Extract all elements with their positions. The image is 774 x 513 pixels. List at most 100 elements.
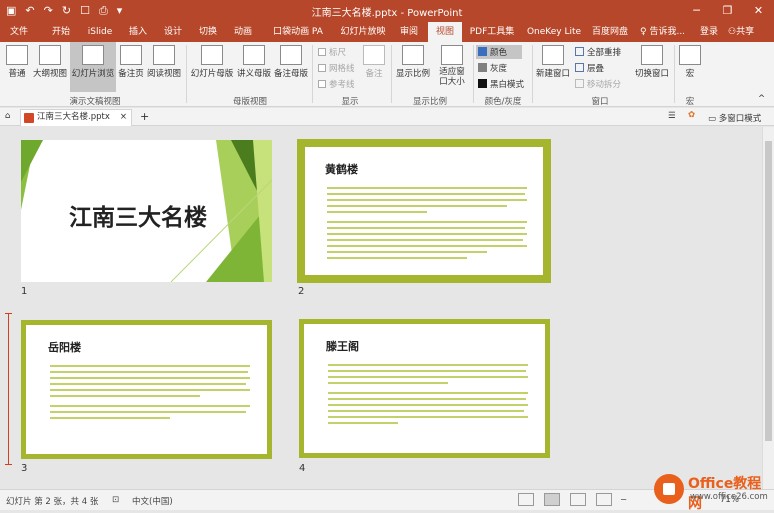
move-split-button[interactable]: 移动拆分	[575, 78, 621, 90]
tab-home[interactable]: 开始	[48, 22, 74, 42]
tell-me-search[interactable]: ♀ 告诉我...	[640, 22, 685, 42]
office26-watermark: Office教程网 www.office26.com	[648, 471, 770, 512]
reading-view-button[interactable]: 阅读视图	[146, 42, 182, 92]
window-title: 江南三大名楼.pptx - PowerPoint	[311, 8, 463, 19]
multi-window-button[interactable]: ▭ 多窗口模式	[708, 112, 761, 124]
watermark-url: www.office26.com	[690, 492, 768, 502]
slide-count-status: 幻灯片 第 2 张，共 4 张	[6, 497, 99, 507]
color-button[interactable]: 颜色	[476, 45, 522, 59]
pptx-file-icon	[24, 113, 34, 123]
group-label-master-views: 母版视图	[232, 97, 267, 107]
slideshow-status-button[interactable]	[596, 493, 612, 506]
notes-master-icon	[280, 45, 302, 65]
settings-icon[interactable]: ✿	[688, 110, 695, 120]
checkbox-icon	[318, 80, 326, 88]
outline-view-icon	[39, 45, 61, 65]
tab-view[interactable]: 视图	[428, 22, 462, 42]
tab-design[interactable]: 设计	[160, 22, 186, 42]
group-separator	[532, 45, 533, 103]
switch-windows-icon	[641, 45, 663, 65]
notes-icon	[363, 45, 385, 65]
scrollbar-thumb[interactable]	[765, 141, 772, 441]
zoom-button[interactable]: 显示比例	[394, 42, 432, 92]
tab-onekey[interactable]: OneKey Lite	[526, 22, 582, 42]
spellcheck-icon[interactable]: ⊡	[112, 495, 119, 505]
grayscale-button[interactable]: 灰度	[478, 62, 507, 74]
close-button[interactable]: ✕	[743, 0, 774, 22]
gridlines-checkbox[interactable]: 网格线	[318, 62, 355, 74]
slide-sorter-canvas: 江南三大名楼 1 黄鹤楼 2 岳阳楼 3 滕王阁 4	[0, 127, 762, 489]
title-bar: ▣ ↶ ↷ ↻ ☐ ⎙ ▾ 江南三大名楼.pptx - PowerPoint ─…	[0, 0, 774, 22]
slide-number: 2	[298, 286, 305, 297]
switch-windows-button[interactable]: 切换窗口	[632, 42, 672, 92]
slide-master-button[interactable]: 幻灯片母版	[189, 42, 235, 92]
handout-master-button[interactable]: 讲义母版	[236, 42, 272, 92]
collapse-ribbon-icon[interactable]: ^	[758, 94, 765, 104]
group-label-zoom: 显示比例	[412, 97, 447, 107]
macros-button[interactable]: 宏	[678, 42, 702, 92]
normal-view-button[interactable]: 普通	[4, 42, 30, 92]
tab-insert[interactable]: 插入	[125, 22, 151, 42]
notes-master-button[interactable]: 备注母版	[273, 42, 309, 92]
handout-master-icon	[243, 45, 265, 65]
home-doc-icon[interactable]: ⌂	[5, 111, 10, 121]
close-tab-icon[interactable]: ×	[120, 110, 127, 125]
tab-list-icon[interactable]: ☰	[668, 111, 676, 121]
checkbox-icon	[318, 64, 326, 72]
tab-baidu-netdisk[interactable]: 百度网盘	[590, 22, 630, 42]
signin-link[interactable]: 登录	[700, 22, 718, 42]
color-icon	[478, 47, 487, 56]
fit-window-button[interactable]: 适应窗口大小	[434, 42, 470, 92]
arrange-all-icon	[575, 47, 584, 56]
slide-title: 江南三大名楼	[69, 204, 207, 231]
black-white-button[interactable]: 黑白模式	[478, 78, 524, 90]
slide-thumbnail-1[interactable]: 江南三大名楼	[21, 140, 272, 282]
group-separator	[674, 45, 675, 103]
tab-pdf-tools[interactable]: PDF工具集	[468, 22, 516, 42]
tab-transitions[interactable]: 切换	[195, 22, 221, 42]
guides-checkbox[interactable]: 参考线	[318, 78, 355, 90]
tab-file[interactable]: 文件	[4, 22, 34, 42]
slide-sorter-status-button[interactable]	[544, 493, 560, 506]
group-label-show: 显示	[341, 97, 359, 107]
notes-button[interactable]: 备注	[360, 42, 388, 92]
minimize-button[interactable]: ─	[681, 0, 712, 22]
checkbox-icon	[318, 48, 326, 56]
cascade-button[interactable]: 层叠	[575, 62, 604, 74]
outline-view-button[interactable]: 大纲视图	[32, 42, 68, 92]
zoom-out-icon[interactable]: −	[620, 495, 627, 505]
vertical-scrollbar[interactable]	[762, 127, 774, 489]
language-status[interactable]: 中文(中国)	[132, 495, 173, 507]
new-tab-icon[interactable]: +	[140, 110, 149, 123]
notes-page-button[interactable]: 备注页	[117, 42, 145, 92]
ruler-checkbox[interactable]: 标尺	[318, 46, 346, 58]
document-tab-bar: ⌂ 江南三大名楼.pptx × + ☰ ✿ ▭ 多窗口模式	[0, 108, 774, 126]
arrange-all-button[interactable]: 全部重排	[575, 46, 621, 58]
slide-sorter-button[interactable]: 幻灯片浏览	[70, 42, 116, 92]
tab-slideshow[interactable]: 幻灯片放映	[338, 22, 388, 42]
group-label-macros: 宏	[685, 97, 695, 107]
slide-thumbnail-3[interactable]: 岳阳楼	[21, 320, 272, 459]
slide-thumbnail-2[interactable]: 黄鹤楼	[297, 139, 551, 283]
share-button[interactable]: ⚇共享	[728, 22, 754, 42]
windows-icon: ▭	[708, 114, 719, 124]
slide-thumbnail-4[interactable]: 滕王阁	[299, 319, 550, 458]
reading-view-icon	[153, 45, 175, 65]
notes-page-icon	[120, 45, 142, 65]
group-label-color: 颜色/灰度	[484, 97, 522, 107]
tab-review[interactable]: 审阅	[396, 22, 422, 42]
group-separator	[312, 45, 313, 103]
cascade-icon	[575, 63, 584, 72]
slide-sorter-icon	[82, 45, 104, 65]
macros-icon	[679, 45, 701, 65]
office-logo-icon	[654, 474, 684, 504]
new-window-button[interactable]: 新建窗口	[535, 42, 571, 92]
ribbon-tabs: 文件 开始 iSlide 插入 设计 切换 动画 口袋动画 PA 幻灯片放映 审…	[0, 22, 774, 42]
normal-view-status-button[interactable]	[518, 493, 534, 506]
reading-view-status-button[interactable]	[570, 493, 586, 506]
tab-pocket-animation[interactable]: 口袋动画 PA	[266, 22, 330, 42]
tab-animations[interactable]: 动画	[230, 22, 256, 42]
tab-islide[interactable]: iSlide	[84, 22, 116, 42]
document-tab[interactable]: 江南三大名楼.pptx ×	[20, 109, 132, 126]
restore-button[interactable]: ❐	[712, 0, 743, 22]
